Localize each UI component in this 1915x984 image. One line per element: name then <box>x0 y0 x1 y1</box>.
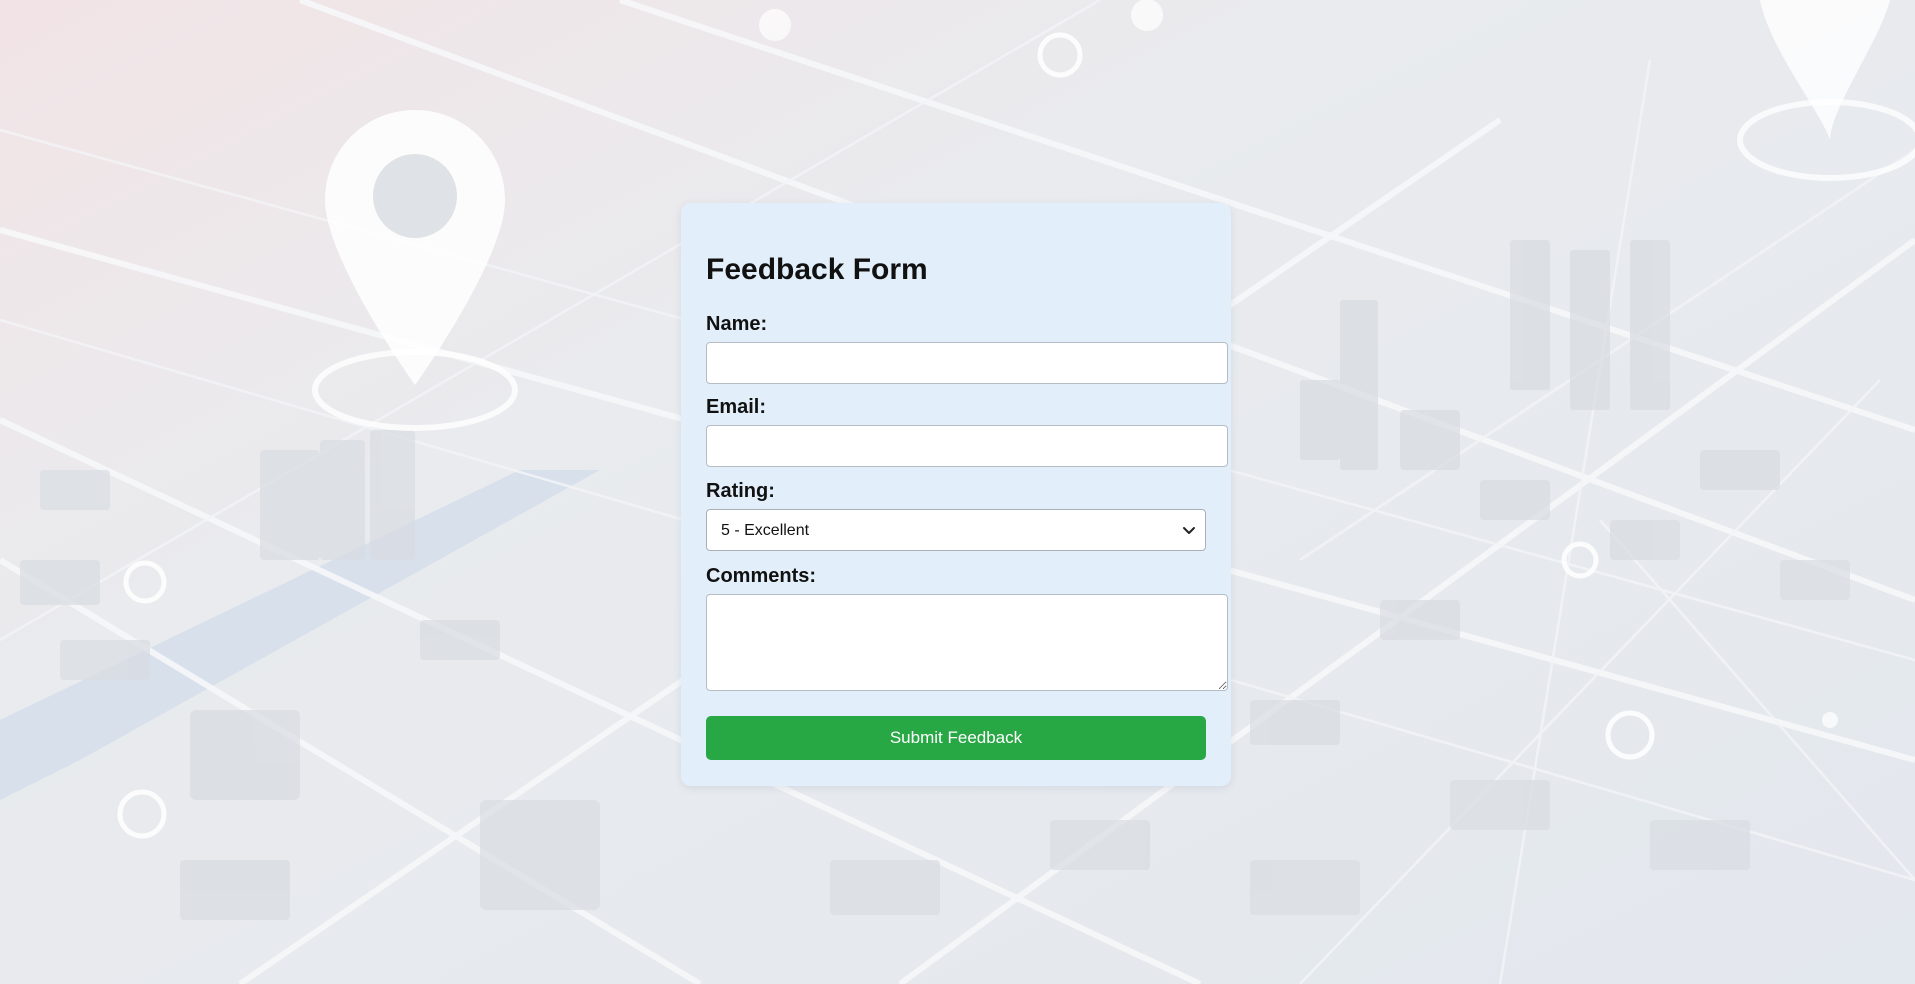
name-input[interactable] <box>706 342 1228 384</box>
feedback-form-card: Feedback Form Name: Email: Rating: 5 - E… <box>681 203 1231 786</box>
comments-textarea[interactable] <box>706 594 1228 691</box>
comments-label: Comments: <box>706 565 817 587</box>
chevron-down-icon <box>1183 527 1195 534</box>
submit-feedback-button[interactable]: Submit Feedback <box>706 716 1206 760</box>
email-label: Email: <box>706 396 767 418</box>
rating-select[interactable]: 5 - Excellent <box>706 509 1206 551</box>
rating-label: Rating: <box>706 480 775 502</box>
form-title: Feedback Form <box>706 253 928 286</box>
rating-selected-value: 5 - Excellent <box>721 522 810 539</box>
name-label: Name: <box>706 313 768 335</box>
email-input[interactable] <box>706 425 1228 467</box>
